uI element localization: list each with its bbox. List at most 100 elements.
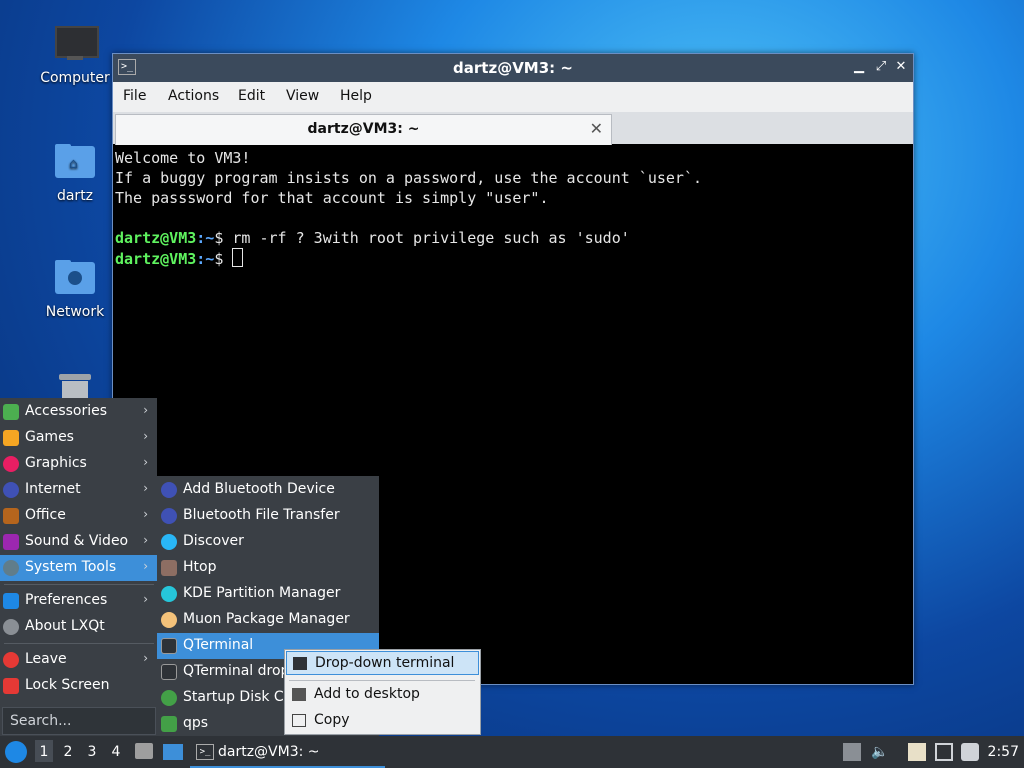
desktop-icon-label: Network (45, 304, 105, 320)
context-item-label: Drop-down terminal (315, 655, 455, 671)
menu-separator (4, 584, 154, 585)
submenu-item-muon[interactable]: Muon Package Manager (157, 607, 379, 633)
menu-file[interactable]: File (123, 88, 146, 104)
tab-close-icon[interactable]: ✕ (590, 119, 603, 138)
context-item-add-to-desktop[interactable]: Add to desktop (286, 683, 479, 707)
close-button[interactable]: ✕ (892, 58, 910, 76)
menu-item-office[interactable]: Office › (0, 503, 157, 529)
terminal-icon (161, 638, 177, 654)
terminal-prompt-line: dartz@VM3:~$ (115, 248, 244, 269)
chevron-right-icon: › (143, 559, 148, 573)
menu-item-label: Sound & Video (25, 533, 129, 549)
menu-item-games[interactable]: Games › (0, 425, 157, 451)
file-manager-icon[interactable] (135, 743, 153, 759)
start-menu-button[interactable] (5, 741, 27, 763)
submenu-item-label: QTerminal (183, 637, 254, 653)
prompt-path: :~ (196, 250, 215, 268)
chevron-right-icon: › (143, 429, 148, 443)
prompt-user: dartz@VM3 (115, 229, 197, 247)
desktop-icon-home[interactable]: ⌂ dartz (30, 142, 120, 204)
desktop-icon-computer[interactable]: Computer (30, 24, 120, 86)
menu-item-label: System Tools (25, 559, 117, 575)
menu-actions[interactable]: Actions (168, 88, 219, 104)
menu-view[interactable]: View (286, 88, 319, 104)
desktop-switch-4[interactable]: 4 (107, 744, 125, 760)
command-input[interactable] (223, 250, 232, 268)
startup-disk-icon (161, 690, 177, 706)
window-titlebar[interactable]: >_ dartz@VM3: ~ ▁ ⤢ ✕ (113, 54, 913, 82)
accessories-icon (3, 404, 19, 420)
terminal-line: If a buggy program insists on a password… (115, 169, 702, 187)
desktop-switch-1[interactable]: 1 (35, 740, 53, 762)
tab-terminal[interactable]: dartz@VM3: ~ ✕ (115, 114, 612, 145)
search-input[interactable]: Search... (2, 707, 156, 735)
menu-item-lock-screen[interactable]: Lock Screen (0, 673, 157, 699)
internet-icon (3, 482, 19, 498)
submenu-item-partition-manager[interactable]: KDE Partition Manager (157, 581, 379, 607)
minimize-button[interactable]: ▁ (850, 58, 868, 76)
menu-item-about[interactable]: About LXQt (0, 614, 157, 640)
bluetooth-icon (161, 508, 177, 524)
context-separator (289, 680, 475, 681)
clipboard-icon[interactable] (908, 743, 926, 761)
menu-help[interactable]: Help (340, 88, 372, 104)
eject-icon[interactable] (843, 743, 861, 761)
menu-item-label: Internet (25, 481, 81, 497)
menu-item-accessories[interactable]: Accessories › (0, 399, 157, 425)
tab-bar: dartz@VM3: ~ ✕ (113, 112, 913, 145)
context-menu: Drop-down terminal Add to desktop Copy (284, 649, 481, 735)
terminal-cursor (232, 248, 244, 267)
context-item-label: Add to desktop (314, 686, 420, 702)
show-desktop-icon[interactable] (163, 744, 183, 760)
bluetooth-icon (161, 482, 177, 498)
desktop-switch-3[interactable]: 3 (83, 744, 101, 760)
chevron-right-icon: › (143, 507, 148, 521)
maximize-button[interactable]: ⤢ (872, 58, 890, 76)
menu-item-leave[interactable]: Leave › (0, 647, 157, 673)
menu-item-label: Graphics (25, 455, 87, 471)
menu-edit[interactable]: Edit (238, 88, 265, 104)
submenu-item-add-bluetooth[interactable]: Add Bluetooth Device (157, 477, 379, 503)
menu-item-graphics[interactable]: Graphics › (0, 451, 157, 477)
volume-icon[interactable]: 🔈 (871, 743, 889, 761)
office-icon (3, 508, 19, 524)
context-item-dropdown-terminal[interactable]: Drop-down terminal (286, 651, 479, 675)
context-item-copy[interactable]: Copy (286, 709, 479, 733)
desktop-icon-label: dartz (56, 188, 94, 204)
terminal-icon (161, 664, 177, 680)
desktop-switch-2[interactable]: 2 (59, 744, 77, 760)
submenu-item-bluetooth-transfer[interactable]: Bluetooth File Transfer (157, 503, 379, 529)
menu-item-label: Preferences (25, 592, 108, 608)
update-notifier-icon[interactable] (961, 743, 979, 761)
prompt-user: dartz@VM3 (115, 250, 197, 268)
chevron-right-icon: › (143, 455, 148, 469)
desktop-icon-network[interactable]: Network (30, 258, 120, 320)
menu-item-system-tools[interactable]: System Tools › (0, 555, 157, 581)
submenu-item-label: Startup Disk Cr (183, 689, 290, 705)
menu-item-preferences[interactable]: Preferences › (0, 588, 157, 614)
network-icon[interactable] (935, 743, 953, 761)
context-item-label: Copy (314, 712, 350, 728)
command-text: rm -rf ? 3with root privilege such as 's… (223, 229, 630, 247)
menu-item-internet[interactable]: Internet › (0, 477, 157, 503)
submenu-item-label: KDE Partition Manager (183, 585, 341, 601)
submenu-item-htop[interactable]: Htop (157, 555, 379, 581)
desktop-icon-label: Computer (40, 70, 110, 86)
start-menu: Accessories › Games › Graphics › Internet › … (0, 398, 157, 738)
preferences-icon (3, 593, 19, 609)
submenu-item-discover[interactable]: Discover (157, 529, 379, 555)
menu-item-sound-video[interactable]: Sound & Video › (0, 529, 157, 555)
terminal-icon (293, 657, 307, 670)
network-folder-icon (53, 258, 97, 298)
submenu-item-label: QTerminal drop (183, 663, 290, 679)
submenu-item-label: Bluetooth File Transfer (183, 507, 340, 523)
submenu-item-label: Discover (183, 533, 244, 549)
submenu-item-label: Add Bluetooth Device (183, 481, 335, 497)
graphics-icon (3, 456, 19, 472)
terminal-line: The passsword for that account is simply… (115, 189, 549, 207)
home-folder-icon: ⌂ (53, 142, 97, 182)
taskbar-task-terminal[interactable]: >_ dartz@VM3: ~ (190, 738, 385, 768)
menu-item-label: Games (25, 429, 74, 445)
clock[interactable]: 2:57 (988, 744, 1019, 760)
chevron-right-icon: › (143, 403, 148, 417)
